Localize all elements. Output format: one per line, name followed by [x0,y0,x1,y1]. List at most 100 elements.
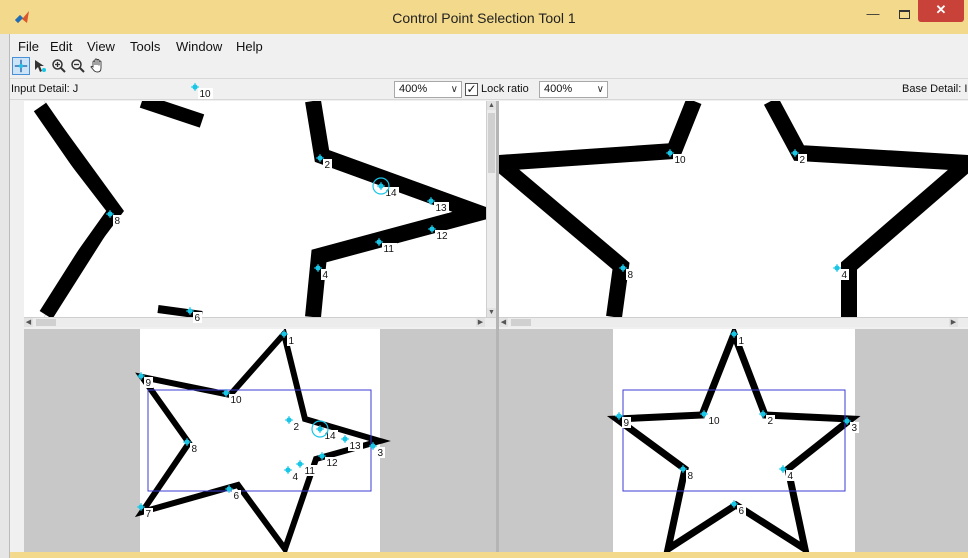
control-point[interactable]: 8 [106,210,122,227]
control-point-marker[interactable] [107,211,113,217]
control-point-label: 10 [231,395,243,406]
control-point-marker[interactable] [376,239,382,245]
control-point[interactable]: 8 [619,264,635,281]
control-point-marker[interactable] [226,486,232,492]
control-point-marker[interactable] [780,466,786,472]
control-point-marker[interactable] [428,198,434,204]
control-point[interactable]: 2 [285,416,301,433]
control-point-label: 10 [675,155,687,166]
control-point-label: 4 [788,471,794,482]
control-point-label: 12 [327,458,339,469]
control-point-label: 3 [378,448,384,459]
control-point-marker[interactable] [138,373,144,379]
control-point[interactable]: 4 [779,465,795,482]
control-point[interactable]: 9 [137,372,153,389]
control-point-label: 8 [628,270,634,281]
control-point[interactable]: 2 [759,410,775,427]
control-point-marker[interactable] [620,265,626,271]
minimize-button[interactable]: — [858,4,888,26]
control-point[interactable]: 1 [280,330,296,347]
control-point-marker[interactable] [760,411,766,417]
title-bar[interactable]: Control Point Selection Tool 1 — ✕ [0,0,968,34]
maximize-button[interactable] [892,4,916,26]
control-point-marker[interactable] [834,265,840,271]
control-point-marker[interactable] [731,331,737,337]
control-point-marker[interactable] [286,417,292,423]
control-point-marker[interactable] [187,308,193,314]
control-point[interactable]: 4 [284,466,300,483]
control-point-marker[interactable] [184,439,190,445]
control-point-label: 11 [384,244,395,255]
control-point-marker[interactable] [667,150,673,156]
control-point[interactable]: 10 [700,410,722,427]
control-point-marker[interactable] [792,150,798,156]
control-point-marker[interactable] [223,390,229,396]
control-point-marker[interactable] [285,467,291,473]
control-point-label: 13 [350,441,362,452]
app-window: Control Point Selection Tool 1 — ✕ File … [0,0,968,558]
control-point-label: 9 [624,418,630,429]
control-point-label: 8 [115,216,121,227]
control-point[interactable]: 3 [843,417,859,434]
control-point-label: 11 [305,466,316,477]
control-point[interactable]: 7 [137,503,153,520]
control-point-label: 4 [842,270,848,281]
control-point[interactable]: 10 [222,389,244,406]
control-point[interactable]: 13 [341,435,363,452]
control-point-label: 13 [436,203,448,214]
control-point-label: 4 [293,472,299,483]
control-point-marker[interactable] [680,466,686,472]
control-point-marker[interactable] [378,183,384,189]
control-point-label: 6 [234,491,240,502]
control-point-label: 2 [294,422,300,433]
control-point-label: 6 [739,506,745,517]
control-point-marker[interactable] [731,501,737,507]
control-point-label: 10 [709,416,721,427]
control-point[interactable]: 12 [318,452,340,469]
control-point[interactable]: 1 [730,330,746,347]
control-point[interactable]: 11 [375,238,397,255]
control-point-marker[interactable] [138,504,144,510]
control-point-marker[interactable] [616,413,622,419]
control-point-label: 14 [325,431,337,442]
control-point[interactable]: 10 [191,83,213,100]
control-point-label: 8 [192,444,198,455]
control-point-label: 2 [800,155,806,166]
control-point-marker[interactable] [317,426,323,432]
window-title: Control Point Selection Tool 1 [392,10,576,26]
control-point-marker[interactable] [297,461,303,467]
control-point[interactable]: 12 [428,225,450,242]
close-button[interactable]: ✕ [918,0,964,22]
control-point[interactable]: 8 [183,438,199,455]
control-point-label: 3 [852,423,858,434]
control-point-label: 7 [146,509,152,520]
control-point[interactable]: 3 [369,442,385,459]
control-point-label: 8 [688,471,694,482]
control-point-label: 4 [323,270,329,281]
control-point-label: 2 [325,160,331,171]
control-point[interactable]: 10 [666,149,688,166]
control-point-label: 10 [200,89,212,100]
control-point-marker[interactable] [319,453,325,459]
control-point[interactable]: 8 [679,465,695,482]
control-point-marker[interactable] [317,155,323,161]
background-window-edge [0,34,10,558]
control-point[interactable]: 6 [186,307,202,324]
control-point[interactable]: 2 [316,154,332,171]
control-point[interactable]: 13 [427,197,449,214]
control-point-marker[interactable] [370,443,376,449]
control-point-marker[interactable] [701,411,707,417]
control-point-marker[interactable] [342,436,348,442]
control-point-marker[interactable] [281,331,287,337]
control-point[interactable]: 2 [791,149,807,166]
control-point[interactable]: 4 [314,264,330,281]
control-point-marker[interactable] [429,226,435,232]
control-point-label: 2 [768,416,774,427]
control-point-marker[interactable] [315,265,321,271]
control-point[interactable]: 9 [615,412,631,429]
control-point[interactable]: 6 [225,485,241,502]
control-point-marker[interactable] [192,84,198,90]
control-point[interactable]: 4 [833,264,849,281]
control-point[interactable]: 6 [730,500,746,517]
control-point-marker[interactable] [844,418,850,424]
